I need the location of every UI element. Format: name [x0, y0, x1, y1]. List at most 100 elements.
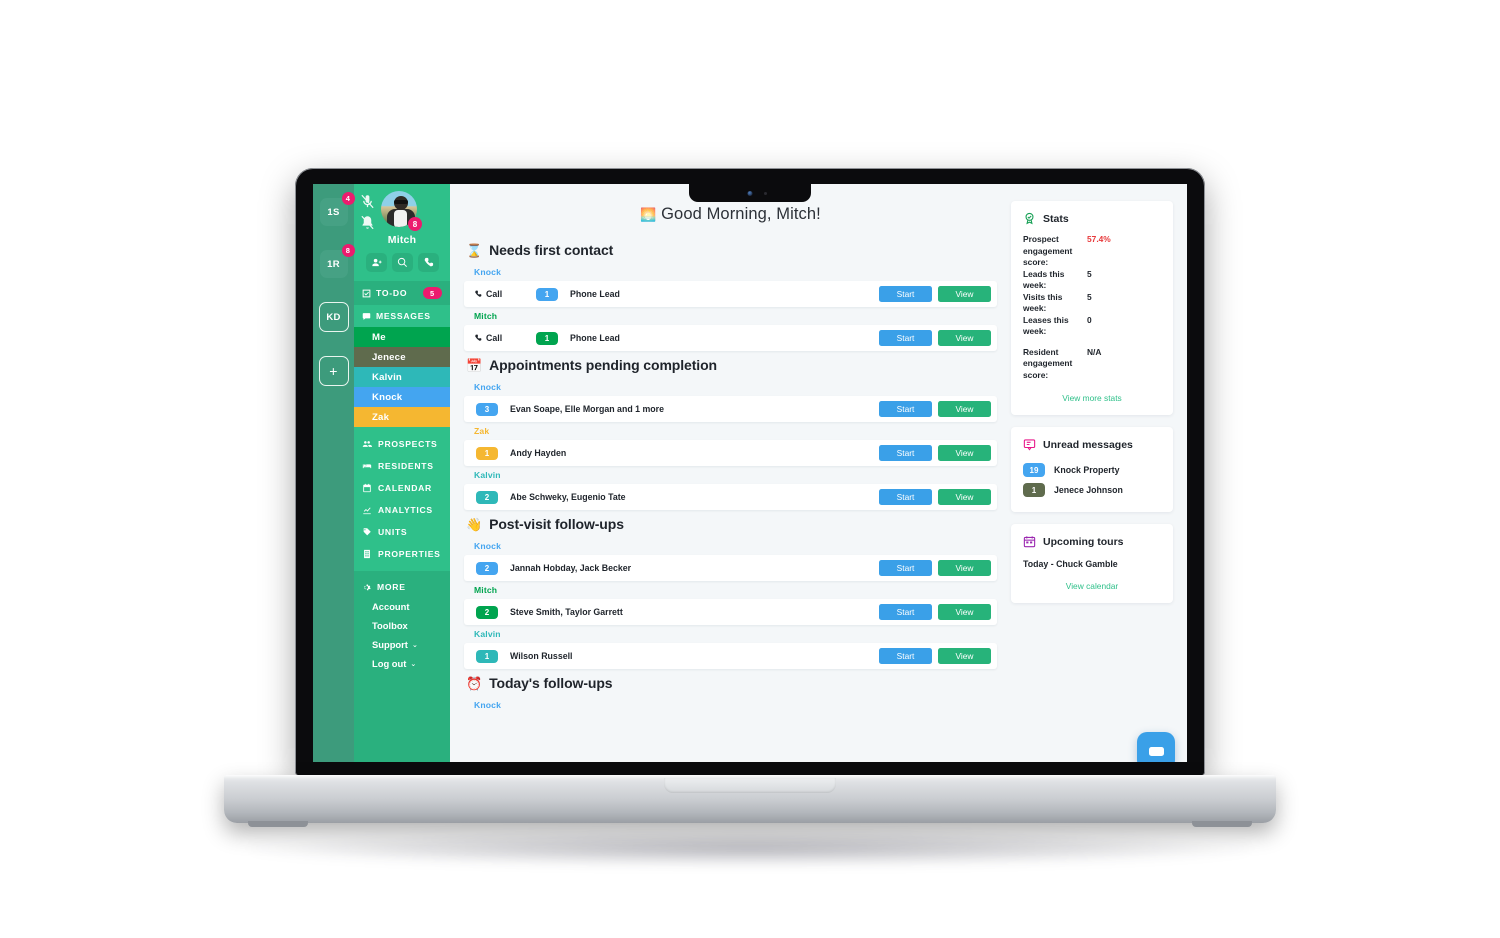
view-button[interactable]: View: [938, 401, 991, 417]
sidebar-item-analytics[interactable]: ANALYTICS: [354, 499, 450, 521]
view-button[interactable]: View: [938, 560, 991, 576]
row-call-action[interactable]: Call: [474, 289, 536, 299]
list-item[interactable]: 1 Jenece Johnson: [1023, 480, 1161, 500]
stat-value: N/A: [1087, 346, 1102, 357]
view-button[interactable]: View: [938, 489, 991, 505]
sidebar-message-kalvin[interactable]: Kalvin: [354, 367, 450, 387]
sidebar-message-me[interactable]: Me: [354, 327, 450, 347]
rail-tile-1r[interactable]: 1R 8: [319, 244, 355, 278]
rail-tile-1s[interactable]: 1S 4: [319, 192, 355, 226]
sidebar-item-label: RESIDENTS: [378, 461, 434, 471]
section-title: 📅 Appointments pending completion: [464, 353, 997, 378]
row-names: Evan Soape, Elle Morgan and 1 more: [510, 404, 664, 414]
row-actions: Start View: [879, 401, 991, 417]
table-row[interactable]: 2 Jannah Hobday, Jack Becker Start View: [464, 555, 997, 581]
add-user-button[interactable]: [365, 253, 387, 272]
sidebar-link-logout[interactable]: Log out ⌄: [354, 654, 450, 673]
avatar-wrapper[interactable]: 8: [381, 191, 422, 231]
tours-card-title: Upcoming tours: [1043, 535, 1124, 548]
sidebar-link-account[interactable]: Account: [354, 597, 450, 616]
row-actions: Start View: [879, 330, 991, 346]
stat-value: 5: [1087, 291, 1092, 302]
row-actions: Start View: [879, 489, 991, 505]
sidebar-more-header[interactable]: MORE: [354, 577, 450, 597]
view-button[interactable]: View: [938, 445, 991, 461]
todo-badge: 5: [423, 287, 442, 299]
unread-name: Jenece Johnson: [1054, 485, 1123, 495]
row-call-action[interactable]: Call: [474, 333, 536, 343]
sidebar-item-residents[interactable]: RESIDENTS: [354, 455, 450, 477]
start-button[interactable]: Start: [879, 445, 932, 461]
award-icon: [1025, 212, 1034, 225]
sidebar-link-label: Toolbox: [372, 620, 408, 631]
laptop-base: [224, 775, 1276, 827]
start-button[interactable]: Start: [879, 560, 932, 576]
unread-count-badge: 19: [1023, 463, 1045, 477]
stat-gap: [1023, 338, 1161, 347]
sidebar-message-zak[interactable]: Zak: [354, 407, 450, 427]
sidebar-message-knock[interactable]: Knock: [354, 387, 450, 407]
view-more-stats-link[interactable]: View more stats: [1023, 381, 1161, 403]
table-row[interactable]: 3 Evan Soape, Elle Morgan and 1 more Sta…: [464, 396, 997, 422]
stat-value: 5: [1087, 268, 1092, 279]
phone-button[interactable]: [417, 253, 439, 272]
sidebar-todo[interactable]: TO-DO 5: [354, 281, 450, 305]
upcoming-tours-card: Upcoming tours Today - Chuck Gamble View…: [1011, 524, 1173, 603]
start-button[interactable]: Start: [879, 604, 932, 620]
table-row[interactable]: Call 1 Phone Lead Start View: [464, 325, 997, 351]
start-button[interactable]: Start: [879, 401, 932, 417]
sidebar-message-jenece[interactable]: Jenece: [354, 347, 450, 367]
plus-icon: +: [329, 363, 338, 379]
table-row[interactable]: 2 Abe Schweky, Eugenio Tate Start View: [464, 484, 997, 510]
chat-fab-button[interactable]: [1137, 732, 1175, 762]
sidebar-item-calendar[interactable]: CALENDAR: [354, 477, 450, 499]
table-row[interactable]: 2 Steve Smith, Taylor Garrett Start View: [464, 599, 997, 625]
search-button[interactable]: [391, 253, 413, 272]
view-calendar-link[interactable]: View calendar: [1023, 569, 1161, 591]
microphone-muted-icon[interactable]: [360, 194, 375, 209]
sidebar-link-toolbox[interactable]: Toolbox: [354, 616, 450, 635]
start-button[interactable]: Start: [879, 648, 932, 664]
unread-card-title: Unread messages: [1043, 438, 1133, 451]
stat-value: 0: [1087, 314, 1092, 325]
sidebar-link-support[interactable]: Support ⌄: [354, 635, 450, 654]
table-row[interactable]: 1 Wilson Russell Start View: [464, 643, 997, 669]
rail-add-button[interactable]: +: [318, 356, 349, 386]
stat-value: 57.4%: [1087, 234, 1111, 244]
view-button[interactable]: View: [938, 648, 991, 664]
bell-muted-icon[interactable]: [360, 215, 375, 230]
add-user-icon: [371, 258, 382, 267]
chat-bubble-icon: [1148, 746, 1164, 756]
row-count-badge: 3: [476, 402, 498, 416]
rail-tile-badge: 4: [341, 192, 355, 205]
start-button[interactable]: Start: [879, 489, 932, 505]
table-row[interactable]: Call 1 Phone Lead Start View: [464, 281, 997, 307]
table-row[interactable]: 1 Andy Hayden Start View: [464, 440, 997, 466]
main-content: 🌅 Good Morning, Mitch! ⌛ Needs first con…: [450, 184, 1187, 762]
avatar-unread-badge: 8: [408, 217, 422, 231]
message-icon: [362, 312, 371, 320]
row-actions: Start View: [879, 286, 991, 302]
start-button[interactable]: Start: [879, 286, 932, 302]
row-count-badge: 1: [476, 649, 498, 663]
sidebar-nav: PROSPECTS RESIDENTS CALENDAR ANALYTICS U…: [354, 427, 450, 569]
sidebar-messages-header[interactable]: MESSAGES: [354, 305, 450, 327]
agent-label: Knock: [474, 700, 502, 710]
rail-tile-kd[interactable]: KD: [318, 302, 349, 332]
avatar-sunglasses: [394, 200, 408, 204]
view-button[interactable]: View: [938, 330, 991, 346]
sidebar-item-properties[interactable]: PROPERTIES: [354, 543, 450, 565]
app-shell: 1S 4 1R 8 KD + 8 Mitch TO-DO 5 MESSAGES …: [313, 184, 1187, 762]
sidebar-item-units[interactable]: UNITS: [354, 521, 450, 543]
row-names: Jannah Hobday, Jack Becker: [510, 563, 632, 573]
view-button[interactable]: View: [938, 286, 991, 302]
start-button[interactable]: Start: [879, 330, 932, 346]
sidebar-item-prospects[interactable]: PROSPECTS: [354, 433, 450, 455]
list-item[interactable]: 19 Knock Property: [1023, 460, 1161, 480]
phone-icon: [424, 257, 433, 267]
view-button[interactable]: View: [938, 604, 991, 620]
stats-card: Stats Prospect engagement score: 57.4% L…: [1011, 201, 1173, 415]
stat-key: Leases this week:: [1023, 314, 1069, 337]
row-names: Phone Lead: [570, 333, 620, 343]
stat-row: Visits this week: 5: [1023, 292, 1161, 315]
